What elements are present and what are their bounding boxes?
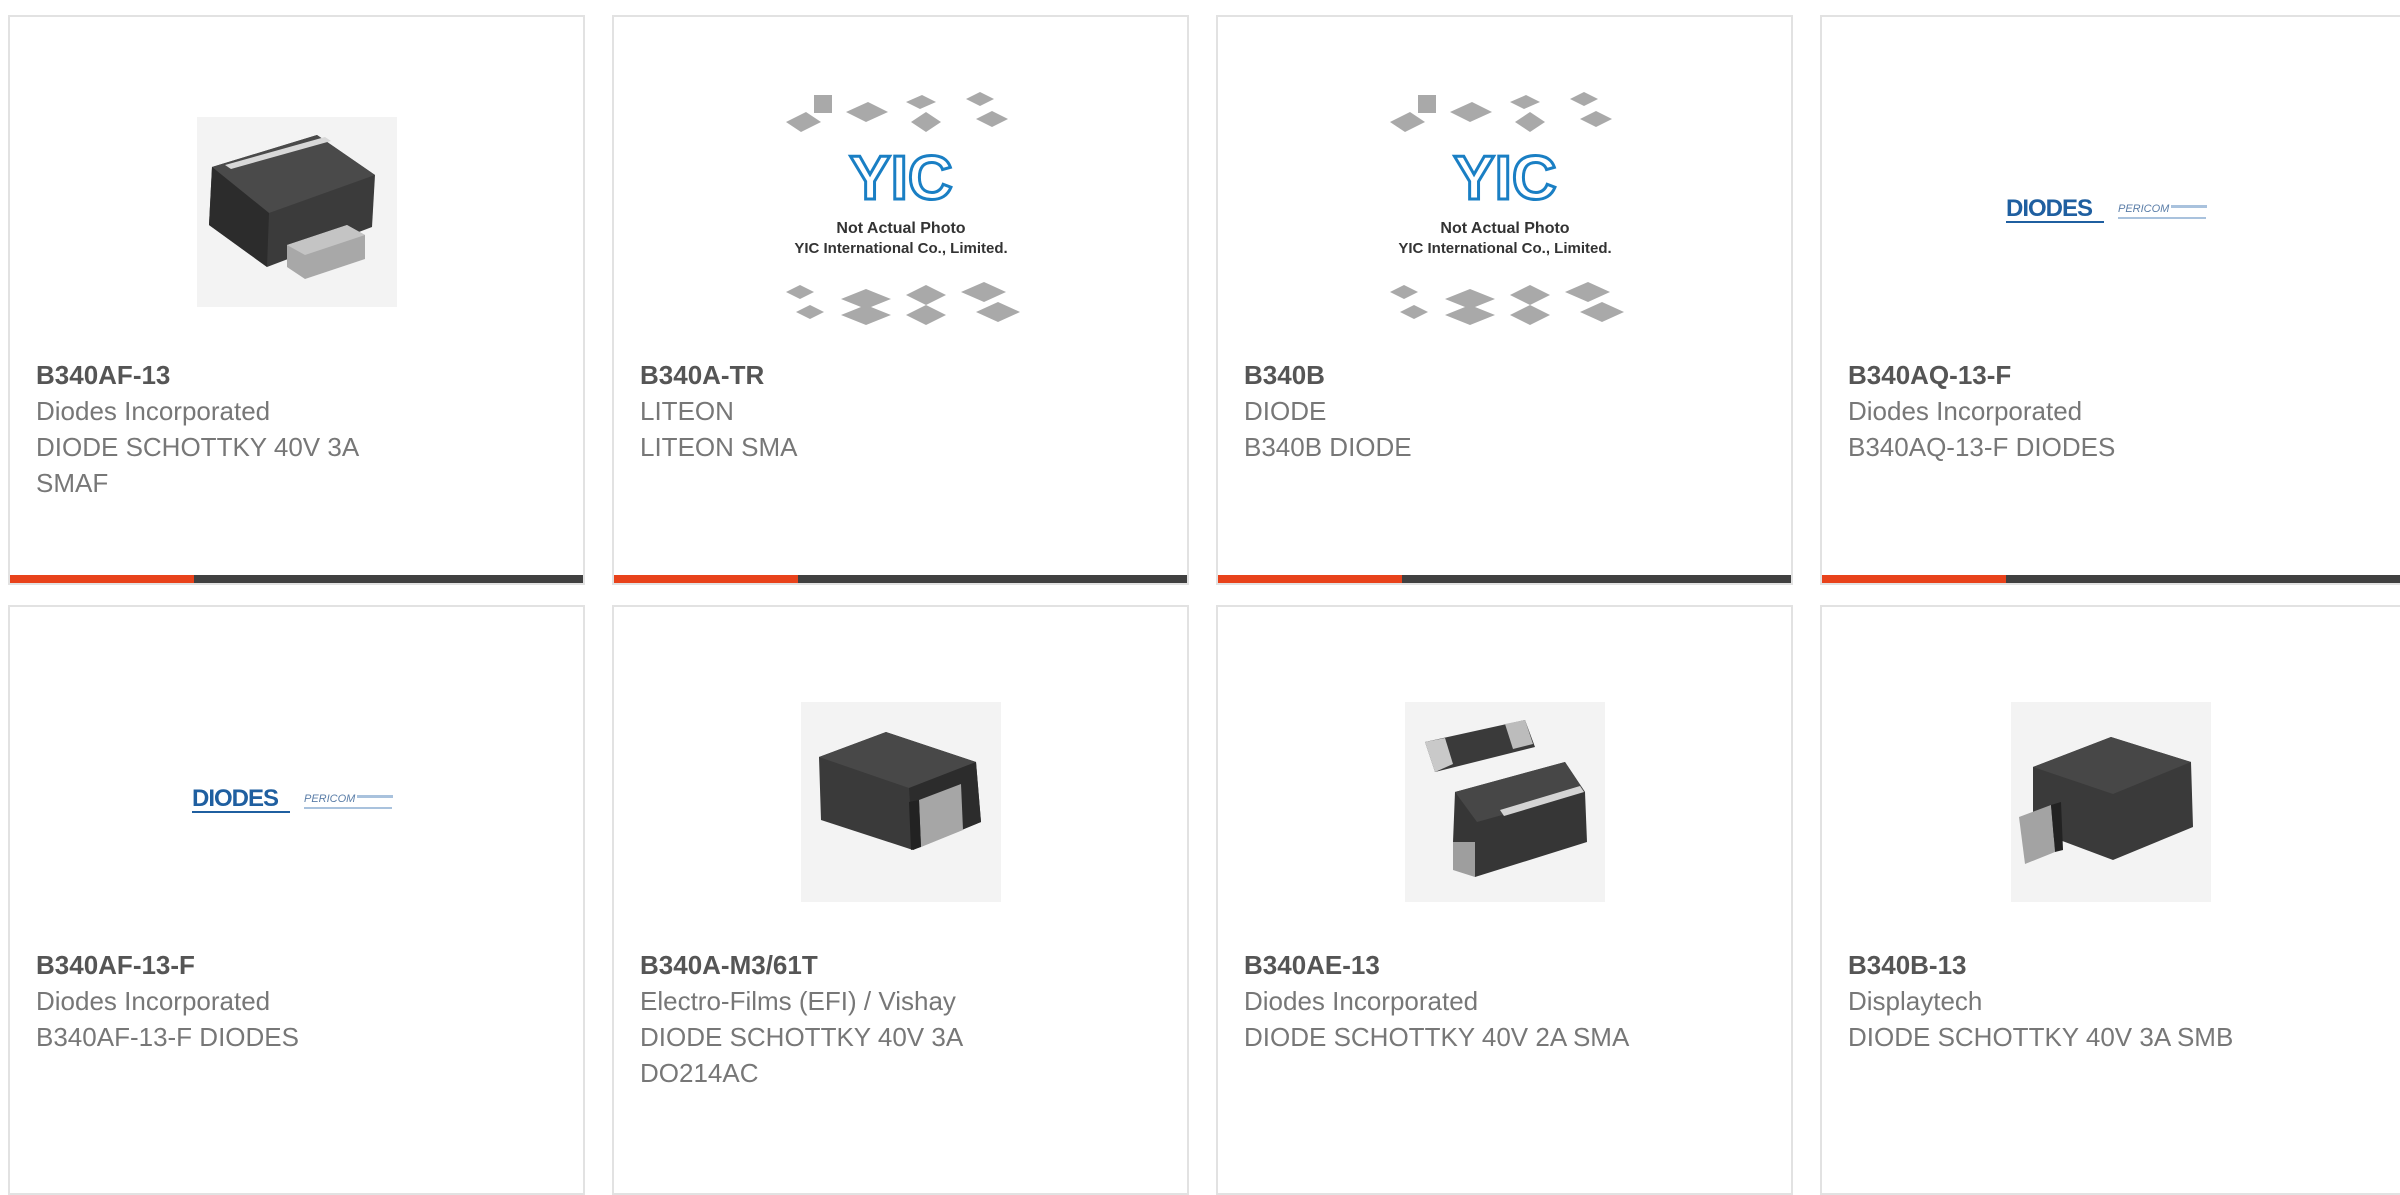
smb-package-icon: [2011, 702, 2211, 902]
pericom-brand-text: PERICOM: [304, 793, 356, 805]
product-info: B340AQ-13-F Diodes Incorporated B340AQ-1…: [1848, 357, 2380, 465]
product-info: B340B-13 Displaytech DIODE SCHOTTKY 40V …: [1848, 947, 2380, 1055]
description-line: B340AQ-13-F DIODES: [1848, 432, 2116, 462]
product-card[interactable]: B340AE-13 Diodes Incorporated DIODE SCHO…: [1216, 605, 1793, 1195]
part-number-link[interactable]: B340A-TR: [640, 357, 1167, 393]
card-accent-bar: [1218, 575, 1402, 583]
manufacturer: Electro-Films (EFI) / Vishay: [640, 986, 956, 1016]
placeholder-company: YIC International Co., Limited.: [1398, 240, 1611, 257]
description-line: DIODE SCHOTTKY 40V 3A: [640, 1022, 964, 1052]
description-line: DIODE SCHOTTKY 40V 2A SMA: [1244, 1022, 1630, 1052]
diodes-brand-text: DIODES: [2006, 195, 2093, 222]
part-number-link[interactable]: B340B: [1244, 357, 1771, 393]
product-card[interactable]: B340AF-13 Diodes Incorporated DIODE SCHO…: [8, 15, 585, 585]
product-image[interactable]: YIC Not Actual Photo YIC International C…: [614, 77, 1187, 347]
do214ac-package-icon: [800, 702, 1001, 902]
manufacturer: Diodes Incorporated: [1848, 396, 2083, 426]
smaf-package-icon: [196, 117, 397, 307]
description-line: B340AF-13-F DIODES: [36, 1022, 299, 1052]
part-number-link[interactable]: B340B-13: [1848, 947, 2380, 983]
description-line: B340B DIODE: [1244, 432, 1412, 462]
card-accent-bar: [614, 575, 798, 583]
manufacturer: Diodes Incorporated: [1244, 986, 1479, 1016]
card-accent-bar: [10, 575, 194, 583]
product-card[interactable]: YIC Not Actual Photo YIC International C…: [1216, 15, 1793, 585]
description-line: LITEON SMA: [640, 432, 798, 462]
sma-pair-package-icon: [1404, 702, 1605, 902]
card-bottom-bar: [1218, 575, 1791, 583]
product-image[interactable]: [1218, 667, 1791, 937]
description-line: SMAF: [36, 468, 109, 498]
product-image[interactable]: YIC Not Actual Photo YIC International C…: [1218, 77, 1791, 347]
placeholder-company: YIC International Co., Limited.: [794, 240, 1007, 257]
yic-logo: YIC: [849, 144, 952, 213]
product-info: B340AF-13-F Diodes Incorporated B340AF-1…: [36, 947, 563, 1055]
description-line: DIODE SCHOTTKY 40V 3A: [36, 432, 360, 462]
product-info: B340AE-13 Diodes Incorporated DIODE SCHO…: [1244, 947, 1771, 1055]
diodes-logo: DIODES PERICOM: [2006, 195, 2207, 223]
card-accent-bar: [1822, 575, 2006, 583]
manufacturer: Diodes Incorporated: [36, 986, 271, 1016]
manufacturer: Diodes Incorporated: [36, 396, 271, 426]
pericom-brand-text: PERICOM: [2118, 203, 2170, 215]
product-info: B340B DIODE B340B DIODE: [1244, 357, 1771, 465]
product-card[interactable]: DIODES PERICOM B340AQ-13-F Diodes Incorp…: [1820, 15, 2400, 585]
manufacturer: Displaytech: [1848, 986, 1983, 1016]
product-image[interactable]: [614, 667, 1187, 937]
part-number-link[interactable]: B340AE-13: [1244, 947, 1771, 983]
placeholder-caption: Not Actual Photo: [1440, 220, 1569, 237]
yic-placeholder-image: YIC Not Actual Photo YIC International C…: [1389, 92, 1624, 325]
diodes-brand-text: DIODES: [192, 785, 279, 812]
product-card[interactable]: YIC Not Actual Photo YIC International C…: [612, 15, 1189, 585]
card-bottom-bar: [10, 575, 583, 583]
product-card[interactable]: DIODES PERICOM B340AF-13-F Diodes Incorp…: [8, 605, 585, 1195]
product-image[interactable]: DIODES PERICOM: [1822, 77, 2400, 347]
part-number-link[interactable]: B340AF-13-F: [36, 947, 563, 983]
manufacturer: DIODE: [1244, 396, 1327, 426]
part-number-link[interactable]: B340AQ-13-F: [1848, 357, 2380, 393]
product-image[interactable]: DIODES PERICOM: [10, 667, 583, 937]
manufacturer: LITEON: [640, 396, 734, 426]
yic-logo: YIC: [1453, 144, 1556, 213]
description-line: DO214AC: [640, 1058, 759, 1088]
product-info: B340A-M3/61T Electro-Films (EFI) / Visha…: [640, 947, 1167, 1091]
product-card[interactable]: B340A-M3/61T Electro-Films (EFI) / Visha…: [612, 605, 1189, 1195]
product-info: B340A-TR LITEON LITEON SMA: [640, 357, 1167, 465]
placeholder-caption: Not Actual Photo: [836, 220, 965, 237]
card-bottom-bar: [1822, 575, 2400, 583]
product-image[interactable]: [10, 77, 583, 347]
yic-placeholder-image: YIC Not Actual Photo YIC International C…: [785, 92, 1020, 325]
product-image[interactable]: [1822, 667, 2400, 937]
product-info: B340AF-13 Diodes Incorporated DIODE SCHO…: [36, 357, 563, 501]
part-number-link[interactable]: B340AF-13: [36, 357, 563, 393]
description-line: DIODE SCHOTTKY 40V 3A SMB: [1848, 1022, 2234, 1052]
product-card[interactable]: B340B-13 Displaytech DIODE SCHOTTKY 40V …: [1820, 605, 2400, 1195]
part-number-link[interactable]: B340A-M3/61T: [640, 947, 1167, 983]
diodes-logo: DIODES PERICOM: [191, 785, 393, 813]
card-bottom-bar: [614, 575, 1187, 583]
